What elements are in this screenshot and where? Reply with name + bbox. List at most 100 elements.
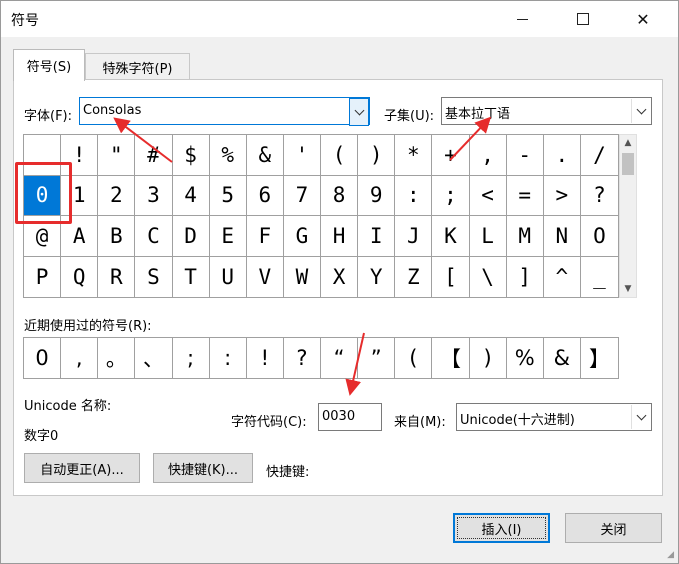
symbol-cell[interactable]: H [321,216,359,257]
recent-symbol-cell[interactable]: : [210,338,247,378]
scroll-up-icon[interactable]: ▲ [620,135,636,151]
symbol-cell[interactable]: ? [580,176,618,216]
symbol-cell[interactable]: 7 [283,175,321,216]
symbol-grid-scrollbar[interactable]: ▲ ▼ [619,134,637,298]
tab-special-characters[interactable]: 特殊字符(P) [85,53,190,80]
symbol-cell[interactable]: 6 [246,175,284,216]
shortcut-key-button[interactable]: 快捷键(K)... [153,453,253,483]
scrollbar-thumb[interactable] [622,153,634,175]
recent-symbol-cell[interactable]: 、 [135,338,173,378]
recent-symbol-cell[interactable]: % [507,338,544,378]
close-button[interactable]: 关闭 [565,513,662,543]
symbol-cell[interactable]: ( [321,135,359,176]
insert-button[interactable]: 插入(I) [453,513,550,543]
symbol-cell[interactable]: 9 [358,175,396,216]
symbol-cell[interactable]: / [580,135,618,176]
symbol-cell[interactable]: T [173,256,210,297]
recent-symbol-cell[interactable]: 【 [432,338,470,378]
symbol-cell[interactable]: ' [283,135,321,176]
symbol-cell[interactable]: J [395,216,433,257]
subset-select[interactable]: 基本拉丁语 [441,97,652,125]
recent-symbol-cell[interactable]: 0 [24,338,62,378]
font-dropdown-button[interactable] [349,98,369,126]
symbol-cell[interactable]: U [210,256,247,297]
char-code-input[interactable]: 0030 [318,403,382,431]
symbol-cell[interactable]: M [506,216,544,257]
symbol-cell[interactable]: _ [581,257,618,298]
symbol-cell[interactable]: . [543,135,581,176]
from-dropdown-button[interactable] [631,405,650,429]
symbol-cell[interactable]: - [506,135,544,176]
recent-symbol-cell[interactable]: 。 [98,338,136,378]
symbol-cell[interactable]: K [432,216,470,257]
recent-symbol-cell[interactable]: ( [395,338,433,378]
symbol-cell[interactable]: 5 [209,175,247,216]
recent-symbol-cell[interactable]: ) [470,338,507,378]
symbol-cell[interactable]: W [284,256,321,297]
symbol-cell[interactable]: ! [61,135,99,176]
symbol-cell[interactable]: F [246,216,284,257]
symbol-cell[interactable]: C [135,216,173,257]
symbol-cell[interactable]: R [98,256,136,297]
from-select[interactable]: Unicode(十六进制) [456,403,652,431]
symbol-cell[interactable]: Q [61,256,99,297]
recent-symbol-cell[interactable]: ; [173,338,210,378]
symbol-cell[interactable]: O [580,216,618,257]
symbol-cell[interactable]: 0 [24,175,62,216]
autocorrect-button[interactable]: 自动更正(A)... [24,453,140,483]
symbol-cell[interactable]: X [321,256,359,297]
symbol-cell[interactable]: > [543,175,581,216]
symbol-cell[interactable]: = [506,175,544,216]
symbol-cell[interactable]: ; [432,175,470,216]
recent-symbol-cell[interactable]: 】 [581,338,618,378]
tab-symbols[interactable]: 符号(S) [13,49,85,81]
symbol-cell[interactable]: % [209,135,247,176]
symbol-cell[interactable]: 8 [321,175,359,216]
symbol-cell[interactable]: * [395,135,433,176]
recent-symbol-cell[interactable]: ! [247,338,284,378]
symbol-cell[interactable]: # [135,135,173,176]
symbol-cell[interactable]: @ [24,216,62,257]
symbol-cell[interactable]: " [98,135,136,176]
symbol-cell[interactable]: ) [358,135,396,176]
symbol-cell[interactable]: \ [470,256,507,297]
recent-symbol-cell[interactable]: “ [321,338,359,378]
symbol-cell[interactable]: D [172,216,210,257]
symbol-cell[interactable]: $ [172,135,210,176]
symbol-cell[interactable]: A [61,216,99,257]
symbol-cell[interactable]: 3 [135,175,173,216]
recent-symbol-cell[interactable]: & [544,338,581,378]
symbol-cell[interactable]: N [543,216,581,257]
symbol-cell[interactable]: L [469,216,507,257]
symbol-cell[interactable]: S [135,256,173,297]
symbol-cell[interactable]: + [432,135,470,176]
symbol-cell[interactable]: 1 [61,175,99,216]
recent-symbol-cell[interactable]: , [61,338,99,378]
symbol-cell[interactable]: G [283,216,321,257]
symbol-cell[interactable]: < [469,175,507,216]
symbol-cell[interactable]: 4 [172,175,210,216]
symbol-cell[interactable]: Z [395,256,433,297]
minimize-button[interactable] [500,1,544,37]
symbol-cell[interactable]: V [247,256,284,297]
symbol-cell[interactable]: : [395,175,433,216]
symbol-cell[interactable]: 2 [98,175,136,216]
close-window-button[interactable]: ✕ [621,1,665,37]
symbol-cell[interactable]: [ [432,256,470,297]
symbol-cell[interactable]: & [246,135,284,176]
scroll-down-icon[interactable]: ▼ [620,281,636,297]
symbol-cell[interactable]: I [358,216,396,257]
recent-symbol-cell[interactable]: ” [358,338,396,378]
maximize-button[interactable] [561,1,605,37]
symbol-cell[interactable]: , [469,135,507,176]
resize-grip-icon[interactable]: ◢ [667,550,674,560]
subset-dropdown-button[interactable] [631,99,650,123]
font-select[interactable]: Consolas [79,97,370,126]
symbol-cell[interactable]: P [24,256,62,297]
symbol-cell[interactable]: Y [358,256,396,297]
recent-symbol-cell[interactable]: ? [284,338,321,378]
symbol-cell[interactable] [24,135,62,176]
symbol-cell[interactable]: B [98,216,136,257]
symbol-cell[interactable]: ^ [544,256,581,297]
symbol-cell[interactable]: E [209,216,247,257]
